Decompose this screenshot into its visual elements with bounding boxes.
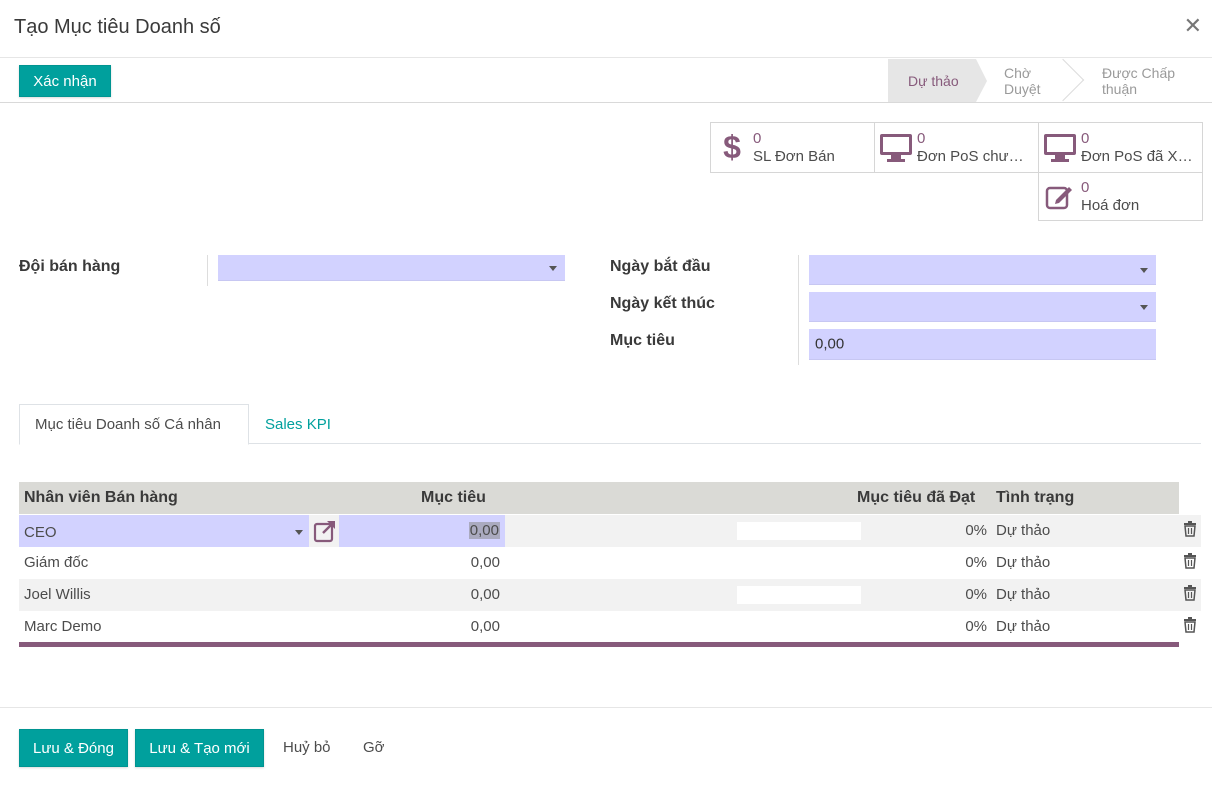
row-achieved: 0% xyxy=(965,618,987,635)
notebook-tabs: Mục tiêu Doanh số Cá nhân Sales KPI xyxy=(19,404,1201,445)
smart-label: Đơn PoS đã Xử lý xyxy=(1081,147,1193,165)
row-target-value: 0,00 xyxy=(470,586,500,603)
col-target[interactable]: Mục tiêu xyxy=(421,489,486,507)
col-salesperson[interactable]: Nhân viên Bán hàng xyxy=(24,489,178,507)
trash-icon[interactable] xyxy=(1183,617,1197,637)
salesperson-name: CEO xyxy=(24,524,57,541)
statusbar: Xác nhận Dự thảo Chờ Duyệt Được Chấp thu… xyxy=(0,58,1212,103)
chevron-down-icon xyxy=(1140,267,1148,273)
start-date-field[interactable] xyxy=(809,255,1156,285)
stage-draft[interactable]: Dự thảo xyxy=(888,59,987,102)
smart-button-invoices[interactable]: 0 Hoá đơn xyxy=(1038,172,1203,221)
progress-bar xyxy=(737,522,861,540)
smart-button-sale-orders[interactable]: $ 0 SL Đơn Bán xyxy=(710,122,875,173)
stage-label: Dự thảo xyxy=(908,72,959,89)
smart-count: 0 xyxy=(753,129,762,147)
smart-label: SL Đơn Bán xyxy=(753,147,835,165)
row-status: Dự thảo xyxy=(996,618,1051,635)
end-date-field[interactable] xyxy=(809,292,1156,322)
target-field[interactable]: 0,00 xyxy=(809,329,1156,360)
dollar-icon: $ xyxy=(723,129,741,165)
row-status: Dự thảo xyxy=(996,522,1051,539)
confirm-button[interactable]: Xác nhận xyxy=(19,65,111,97)
col-status[interactable]: Tình trạng xyxy=(996,489,1074,507)
monitor-icon xyxy=(1039,133,1081,163)
cancel-button[interactable]: Huỷ bỏ xyxy=(283,739,331,756)
stage-pipeline: Dự thảo Chờ Duyệt Được Chấp thuận xyxy=(888,58,1212,102)
discard-button[interactable]: Gỡ xyxy=(363,739,385,756)
chevron-down-icon xyxy=(1140,304,1148,310)
target-value: 0,00 xyxy=(815,335,845,353)
row-achieved: 0% xyxy=(965,554,987,571)
smart-label: Hoá đơn xyxy=(1081,196,1140,214)
monitor-icon xyxy=(875,133,917,163)
row-achieved: 0% xyxy=(965,522,987,539)
smart-button-pos-unprocessed[interactable]: 0 Đơn PoS chưa xử lý xyxy=(874,122,1039,173)
trash-icon[interactable] xyxy=(1183,521,1197,541)
save-new-button[interactable]: Lưu & Tạo mới xyxy=(135,729,264,767)
row-target-value: 0,00 xyxy=(468,522,500,539)
smart-button-pos-processed[interactable]: 0 Đơn PoS đã Xử lý xyxy=(1038,122,1203,173)
col-achieved[interactable]: Mục tiêu đã Đạt xyxy=(857,489,975,507)
external-link-icon[interactable] xyxy=(313,519,337,547)
smart-label: Đơn PoS chưa xử lý xyxy=(917,147,1029,165)
dialog-footer: Lưu & Đóng Lưu & Tạo mới Huỷ bỏ Gỡ xyxy=(0,707,1212,791)
tab-label: Mục tiêu Doanh số Cá nhân xyxy=(35,416,221,433)
salesperson-select[interactable]: CEO xyxy=(19,515,309,547)
row-achieved: 0% xyxy=(965,586,987,603)
dialog-title: Tạo Mục tiêu Doanh số xyxy=(14,16,221,38)
salesperson-name: Joel Willis xyxy=(24,586,91,603)
progress-bar xyxy=(737,586,861,604)
edit-icon xyxy=(1039,183,1081,211)
table-header: Nhân viên Bán hàng Mục tiêu Mục tiêu đã … xyxy=(19,482,1179,514)
tab-sales-kpi[interactable]: Sales KPI xyxy=(250,404,346,445)
smart-count: 0 xyxy=(1081,129,1090,147)
trash-icon[interactable] xyxy=(1183,585,1197,605)
target-label: Mục tiêu xyxy=(610,332,675,349)
dialog-header: Tạo Mục tiêu Doanh số ✕ xyxy=(0,0,1212,58)
row-target-value: 0,00 xyxy=(470,618,500,635)
salesperson-name: Giám đốc xyxy=(24,554,89,571)
row-status: Dự thảo xyxy=(996,586,1051,603)
chevron-down-icon xyxy=(549,265,557,271)
stage-pending[interactable]: Chờ Duyệt xyxy=(976,58,1085,102)
save-close-button[interactable]: Lưu & Đóng xyxy=(19,729,128,767)
stage-label: Được Chấp thuận xyxy=(1102,64,1176,97)
row-target-value: 0,00 xyxy=(470,554,500,571)
smart-count: 0 xyxy=(917,129,926,147)
table-row[interactable]: CEO 0,00 0% Dự thảo xyxy=(19,515,1201,547)
trash-icon[interactable] xyxy=(1183,553,1197,573)
table-row[interactable]: Giám đốc 0,00 0% Dự thảo xyxy=(19,547,1201,579)
stage-approved[interactable]: Được Chấp thuận xyxy=(1072,59,1212,102)
end-date-label: Ngày kết thúc xyxy=(610,295,715,312)
tab-label: Sales KPI xyxy=(265,416,331,433)
team-select[interactable] xyxy=(218,255,565,281)
table-footer-bar xyxy=(19,642,1179,647)
start-date-label: Ngày bắt đầu xyxy=(610,258,711,275)
table-row[interactable]: Marc Demo 0,00 0% Dự thảo xyxy=(19,611,1201,643)
field-divider xyxy=(798,255,799,365)
salesperson-name: Marc Demo xyxy=(24,618,102,635)
field-divider xyxy=(207,255,208,286)
table-row[interactable]: Joel Willis 0,00 0% Dự thảo xyxy=(19,579,1201,611)
team-label: Đội bán hàng xyxy=(19,258,121,275)
close-icon[interactable]: ✕ xyxy=(1184,14,1202,38)
row-status: Dự thảo xyxy=(996,554,1051,571)
smart-count: 0 xyxy=(1081,178,1090,196)
tab-individual-targets[interactable]: Mục tiêu Doanh số Cá nhân xyxy=(19,404,249,445)
target-input[interactable]: 0,00 xyxy=(339,515,505,547)
chevron-down-icon xyxy=(295,530,303,535)
